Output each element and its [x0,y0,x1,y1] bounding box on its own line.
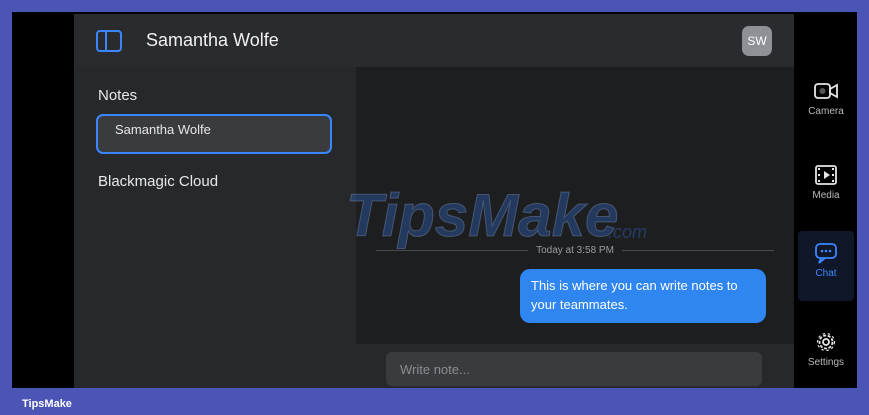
rail-settings-label: Settings [807,357,845,368]
rail-chat-label: Chat [815,268,837,279]
note-item-samantha-wolfe[interactable]: Samantha Wolfe [96,114,332,154]
rail-camera[interactable]: Camera [798,69,854,139]
rail-media[interactable]: Media [798,153,854,223]
rail-camera-label: Camera [808,106,844,117]
message-bubble: This is where you can write notes to you… [520,269,766,323]
avatar[interactable]: SW [742,26,772,56]
app-frame: Samantha Wolfe SW Notes Samantha Wolfe B… [12,12,857,388]
camera-icon [814,83,838,99]
notes-app: Samantha Wolfe SW Notes Samantha Wolfe B… [74,14,794,388]
svg-text:TipsMake: TipsMake [346,182,618,249]
write-note-input[interactable] [386,352,762,386]
notes-heading: Notes [98,87,138,104]
svg-text:.com: .com [608,222,647,242]
chat-icon [815,243,837,264]
page-title: Samantha Wolfe [146,30,279,50]
footer-brand: TipsMake [22,398,72,410]
sidebar-toggle-icon[interactable] [96,29,122,52]
note-item-blackmagic-cloud[interactable]: Blackmagic Cloud [98,173,218,190]
rail-media-label: Media [812,190,840,201]
right-rail: Camera Media Chat Settings [794,14,857,388]
rail-settings[interactable]: Settings [798,320,854,388]
composer-bar [356,344,794,388]
rail-chat[interactable]: Chat [798,231,854,301]
gear-icon [816,332,836,352]
notes-sidebar: Notes Samantha Wolfe Blackmagic Cloud [74,67,356,388]
watermark-logo: TipsMake .com [346,182,647,250]
media-icon [815,165,837,185]
header-bar: Samantha Wolfe SW [74,14,794,67]
